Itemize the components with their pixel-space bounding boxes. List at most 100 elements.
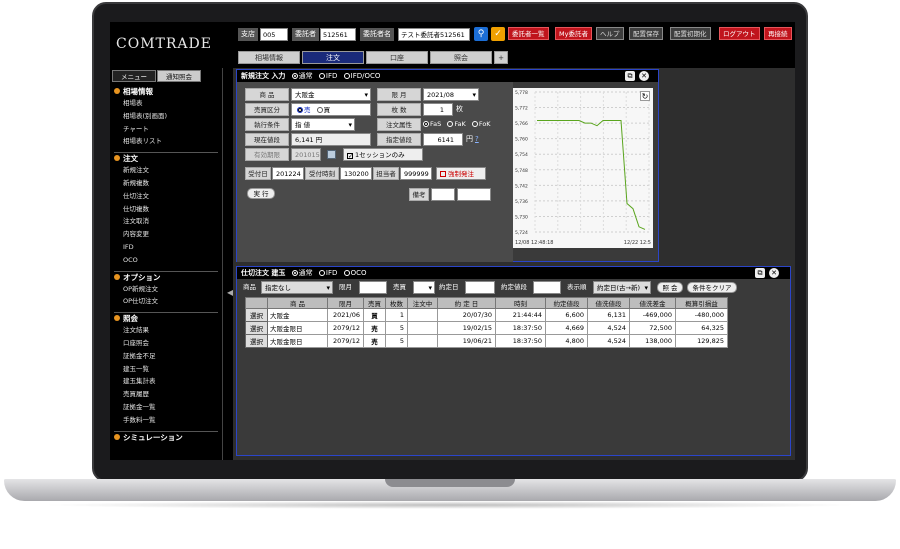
filter-date-input[interactable] — [465, 281, 495, 294]
save-layout-button[interactable]: 配置保存 — [629, 27, 663, 40]
sidebar-section-title[interactable]: 相場情報 — [110, 86, 222, 97]
sidebar-item[interactable]: 相場表(別画面) — [110, 110, 222, 123]
init-layout-button[interactable]: 配置初期化 — [670, 27, 711, 40]
sidebar-item[interactable]: 売買履歴 — [110, 388, 222, 401]
close-mode-ifd-radio[interactable] — [318, 270, 325, 276]
force-order-checkbox[interactable] — [440, 171, 446, 177]
close-mode-oco-radio[interactable] — [343, 270, 350, 276]
product-select[interactable]: 大阪金 — [291, 88, 371, 101]
sidebar-item[interactable]: 注文結果 — [110, 324, 222, 337]
refresh-icon[interactable]: ↻ — [640, 91, 650, 101]
staff-input[interactable]: 999999 — [400, 167, 432, 180]
sidebar-item[interactable]: 建玉一覧 — [110, 363, 222, 376]
sidebar-item[interactable]: 口座照会 — [110, 337, 222, 350]
help-button[interactable]: ヘルプ — [596, 27, 624, 40]
tab-account[interactable]: 口座 — [366, 51, 428, 64]
sidebar-section-title[interactable]: オプション — [110, 272, 222, 283]
filter-side-select[interactable] — [413, 281, 435, 294]
table-row: 選択 大阪金限日 2079/12 売 5 19/06/21 18:37:50 4,800 4,5… — [245, 334, 728, 348]
select-row-button[interactable]: 選択 — [245, 308, 268, 322]
sidebar-item[interactable]: 注文取消 — [110, 215, 222, 228]
attr-fok-radio[interactable] — [471, 121, 478, 127]
cell-date: 20/07/30 — [437, 308, 496, 322]
select-row-button[interactable]: 選択 — [245, 321, 268, 335]
client-list-button[interactable]: 委託者一覧 — [508, 27, 549, 40]
memo-input-2[interactable] — [457, 188, 491, 201]
cell-pl: 64,325 — [675, 321, 728, 335]
tab-add[interactable]: + — [494, 51, 508, 64]
sidebar-section: 相場情報 相場表 相場表(別画面) チャート 相場表リスト — [110, 86, 222, 148]
my-client-button[interactable]: My委託者 — [555, 27, 592, 40]
sidebar-item[interactable]: チャート — [110, 123, 222, 136]
month-select[interactable]: 2021/08 — [423, 88, 479, 101]
cell-price: 6,600 — [545, 308, 588, 322]
sidebar-tab-menu[interactable]: メニュー — [112, 70, 156, 82]
close-mode-normal-radio[interactable] — [291, 270, 298, 276]
sidebar-item[interactable]: 証拠金不足 — [110, 350, 222, 363]
sidebar-item[interactable]: 証拠金一覧 — [110, 401, 222, 414]
branch-field[interactable]: 005 — [260, 28, 288, 41]
recv-time-input[interactable]: 130200 — [340, 167, 372, 180]
filter-month-input[interactable] — [359, 281, 387, 294]
price-input[interactable]: 6141 — [423, 133, 463, 146]
memo-label: 備考 — [409, 188, 429, 201]
attr-fas-radio[interactable] — [423, 121, 429, 127]
copy-icon[interactable]: ⧉ — [625, 71, 635, 81]
qty-input[interactable]: 1 — [423, 103, 453, 116]
select-row-button[interactable]: 選択 — [245, 334, 268, 348]
attr-fak-radio[interactable] — [447, 121, 454, 127]
mode-ifdoco-radio[interactable] — [343, 73, 350, 79]
memo-input-1[interactable] — [431, 188, 455, 201]
price-help-link[interactable]: ? — [475, 133, 479, 146]
sidebar-item[interactable]: 仕切注文 — [110, 190, 222, 203]
side-buy-radio[interactable] — [316, 107, 323, 113]
mode-normal-radio[interactable] — [291, 73, 298, 79]
cond-label: 執行条件 — [245, 118, 289, 131]
logout-button[interactable]: ログアウト — [719, 27, 760, 40]
check-icon[interactable]: ✓ — [491, 27, 505, 41]
mode-ifd-radio[interactable] — [318, 73, 325, 79]
sidebar-item[interactable]: OCO — [110, 254, 222, 267]
copy-icon[interactable]: ⧉ — [755, 268, 765, 278]
sidebar-item[interactable]: OP新規注文 — [110, 283, 222, 296]
sidebar-item[interactable]: 新規複数 — [110, 177, 222, 190]
tab-order[interactable]: 注文 — [302, 51, 364, 64]
tab-inquiry[interactable]: 照会 — [430, 51, 492, 64]
sidebar-item[interactable]: 相場表 — [110, 97, 222, 110]
sidebar-section-title[interactable]: 照会 — [110, 313, 222, 324]
execute-button[interactable]: 実 行 — [247, 188, 275, 199]
cell-month: 2021/06 — [327, 308, 364, 322]
sidebar-item[interactable]: 相場表リスト — [110, 135, 222, 148]
session-checkbox[interactable]: ✓ — [347, 153, 353, 160]
clear-conditions-button[interactable]: 条件をクリア — [687, 282, 737, 293]
filter-price-input[interactable] — [533, 281, 561, 294]
sidebar-item[interactable]: OP仕切注文 — [110, 295, 222, 308]
sidebar-item[interactable]: 手数料一覧 — [110, 414, 222, 427]
close-icon[interactable]: ✕ — [769, 268, 779, 278]
sidebar-item[interactable]: IFD — [110, 241, 222, 254]
expiry-input[interactable]: 201015 — [291, 148, 321, 161]
cell-qty: 5 — [385, 321, 408, 335]
search-icon[interactable]: ⚲ — [474, 27, 488, 41]
calendar-icon[interactable] — [327, 150, 336, 159]
query-button[interactable]: 照 会 — [657, 282, 683, 293]
recv-date-input[interactable]: 201224 — [272, 167, 304, 180]
cond-select[interactable]: 指 値 — [291, 118, 355, 131]
x-tick-label: 12/22 12:5 — [624, 240, 651, 246]
client-field[interactable]: 512561 — [320, 28, 356, 41]
sidebar-item[interactable]: 内容変更 — [110, 228, 222, 241]
main-area: 新規注文 入力 通常 IFD IFD/OCO ⧉ ✕ 商 品 大阪金 限 月 2… — [233, 68, 795, 460]
client-name-field[interactable]: テスト委託者512561 — [398, 28, 470, 41]
sort-select[interactable]: 約定日(古→新) — [593, 281, 651, 294]
close-icon[interactable]: ✕ — [639, 71, 649, 81]
sidebar-item[interactable]: 仕切複数 — [110, 203, 222, 216]
sidebar-section-title[interactable]: シミュレーション — [110, 432, 222, 443]
tab-market[interactable]: 相場情報 — [238, 51, 300, 64]
sidebar-item[interactable]: 建玉集計表 — [110, 375, 222, 388]
filter-product-select[interactable]: 指定なし — [261, 281, 333, 294]
sidebar-item[interactable]: 新規注文 — [110, 164, 222, 177]
relogin-button[interactable]: 再接続 — [764, 27, 792, 40]
sidebar-tab-notify[interactable]: 通知照会 — [157, 70, 201, 82]
sidebar-section-title[interactable]: 注文 — [110, 153, 222, 164]
side-sell-radio[interactable] — [297, 107, 303, 113]
